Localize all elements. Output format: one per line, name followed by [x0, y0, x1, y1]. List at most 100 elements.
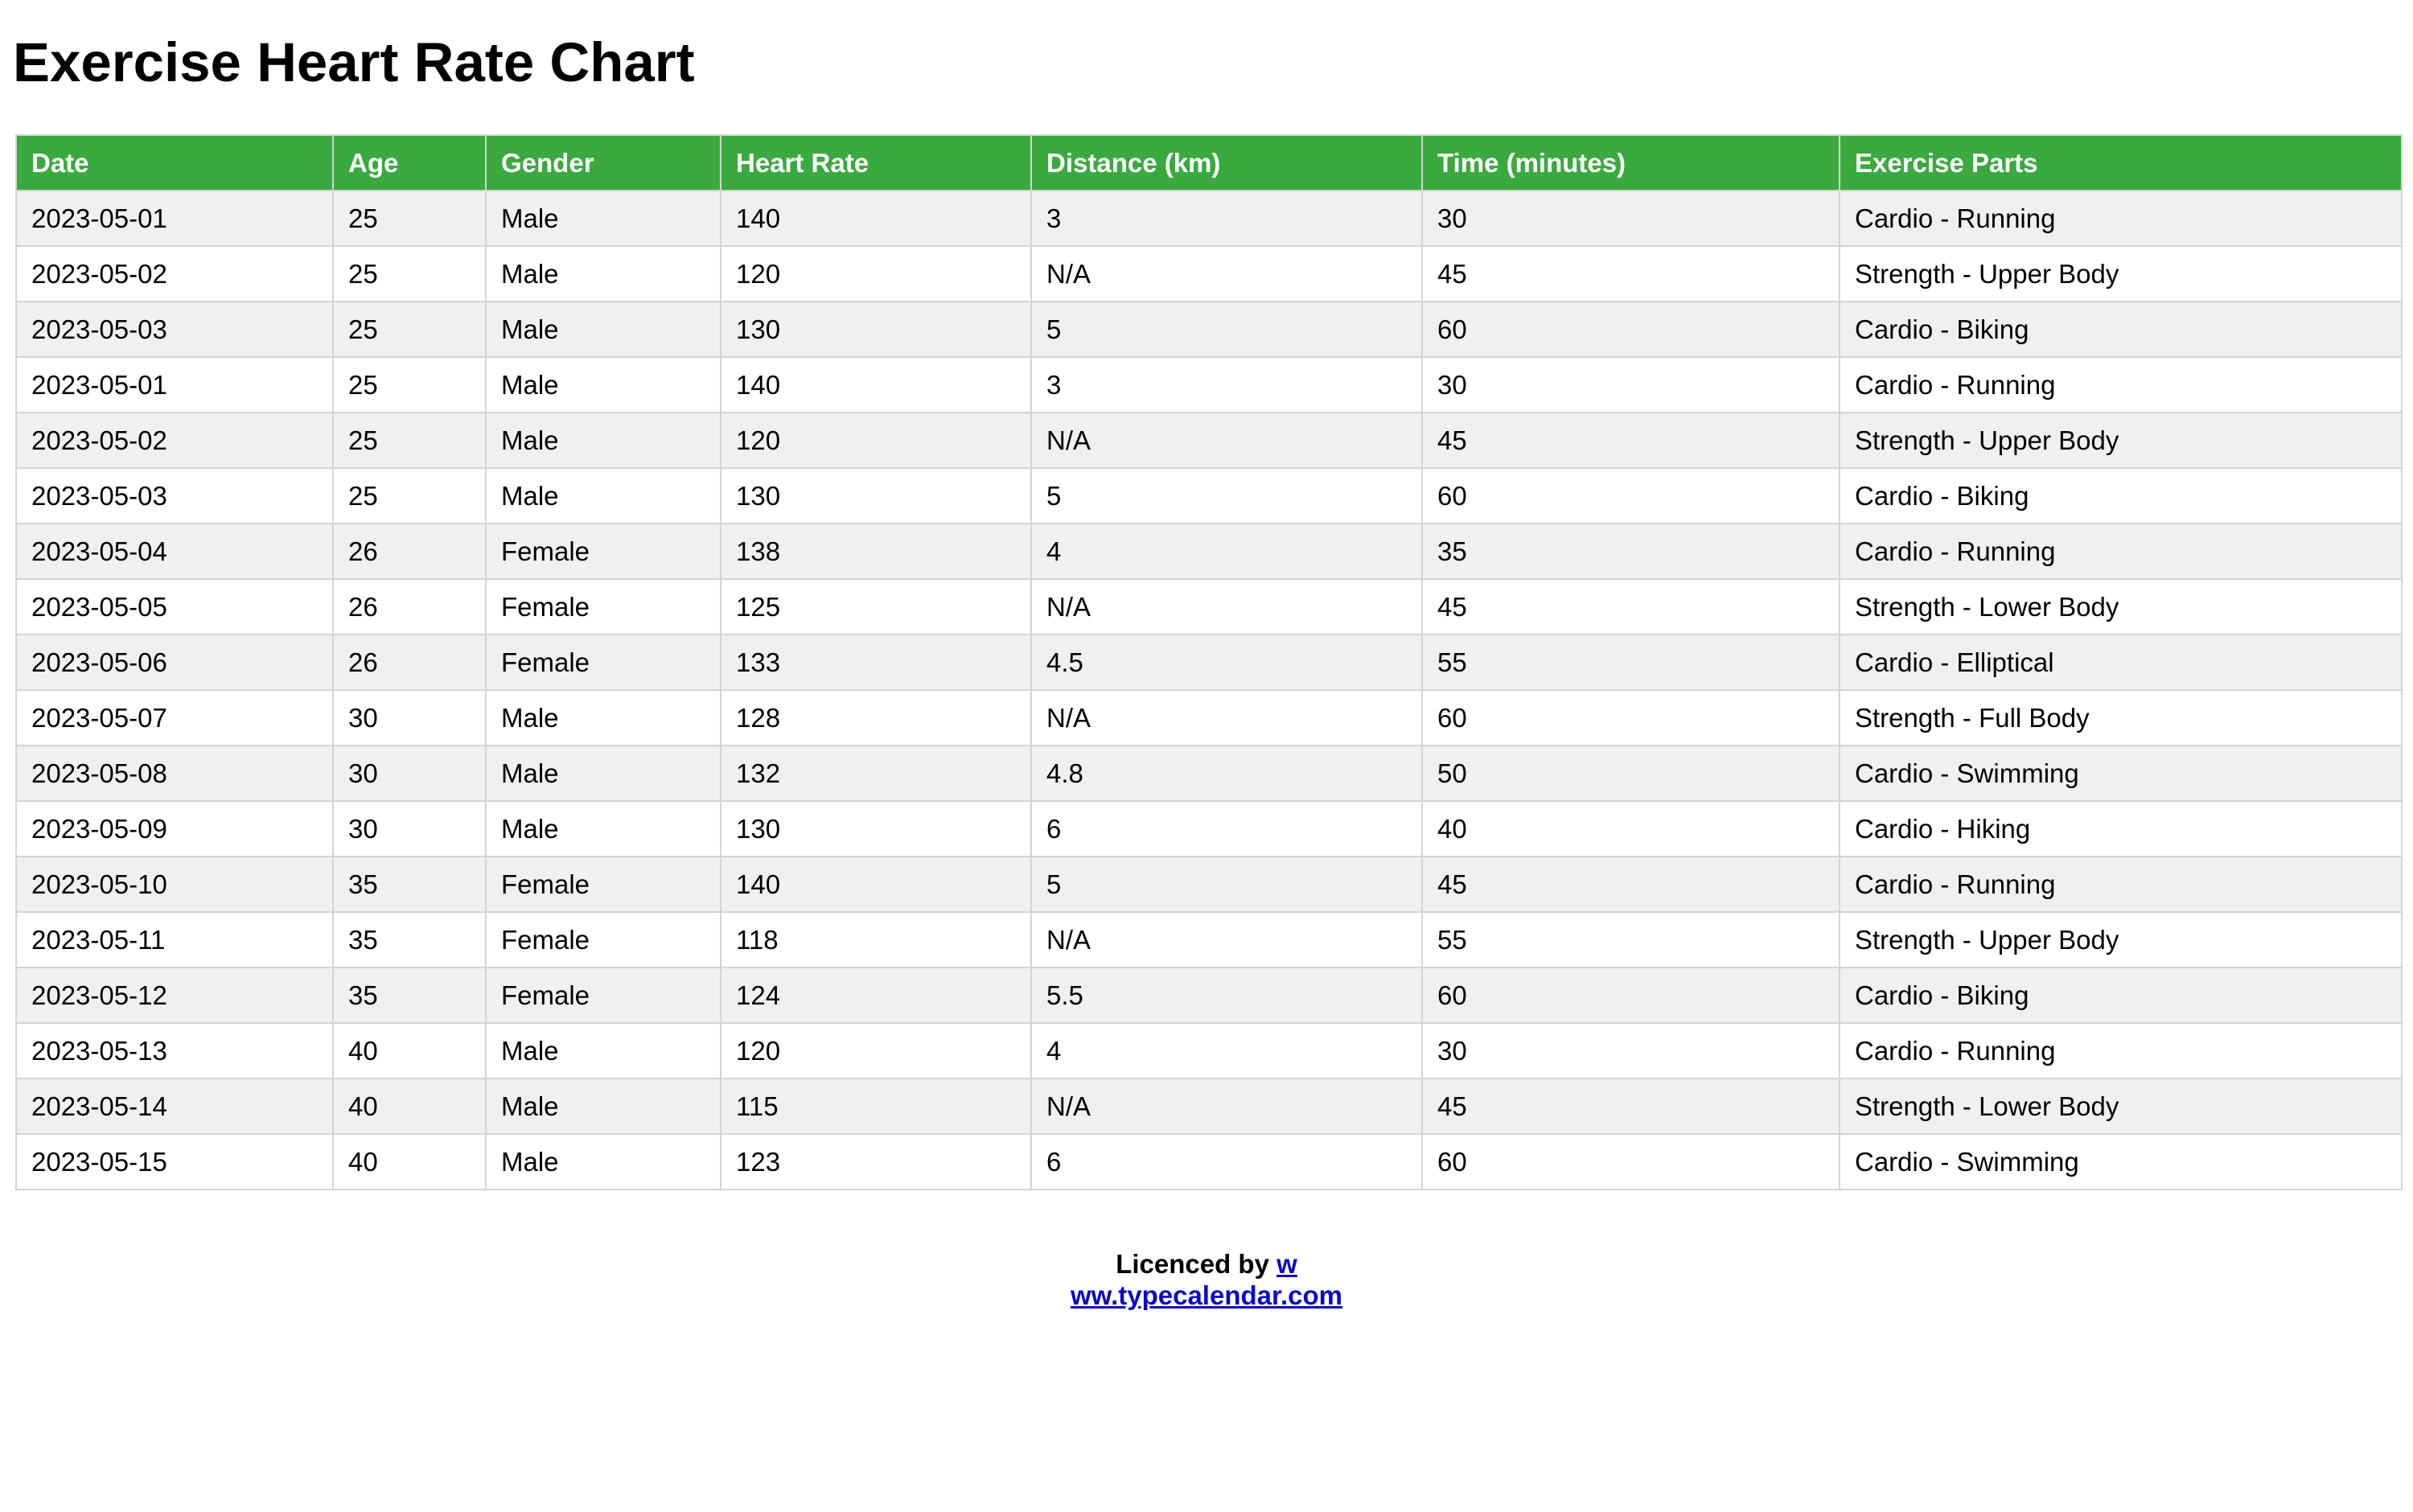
column-header-date: Date — [15, 134, 334, 191]
table-row: 2023-05-05 26 Female 125 N/A 45 Strength - Low… — [15, 578, 2403, 635]
cell-time: 60 — [1421, 967, 1840, 1024]
license-link-part2[interactable]: ww.typecalendar.com — [1071, 1280, 1342, 1310]
cell-date: 2023-05-06 — [15, 634, 334, 691]
cell-distance: 6 — [1030, 800, 1423, 857]
cell-date: 2023-05-03 — [15, 467, 334, 524]
cell-gender: Male — [485, 1022, 721, 1079]
cell-time: 45 — [1421, 856, 1840, 913]
cell-exercise-parts: Cardio - Swimming — [1839, 745, 2403, 802]
column-header-exercise-parts: Exercise Parts — [1839, 134, 2403, 191]
table-row: 2023-05-02 25 Male 120 N/A 45 Strength - Upper… — [15, 412, 2403, 469]
cell-date: 2023-05-04 — [15, 523, 334, 580]
cell-gender: Male — [485, 800, 721, 857]
cell-date: 2023-05-01 — [15, 190, 334, 247]
cell-gender: Male — [485, 356, 721, 413]
cell-age: 26 — [332, 578, 487, 635]
heart-rate-table: Date Age Gender Heart Rate Distance (km)… — [15, 134, 2403, 1190]
column-header-gender: Gender — [485, 134, 721, 191]
cell-distance: N/A — [1030, 245, 1423, 302]
cell-gender: Male — [485, 1078, 721, 1135]
cell-age: 30 — [332, 800, 487, 857]
table-row: 2023-05-11 35 Female 118 N/A 55 Strength - Upp… — [15, 911, 2403, 968]
table-row: 2023-05-12 35 Female 124 5.5 60 Cardio - Bikin… — [15, 967, 2403, 1024]
cell-exercise-parts: Cardio - Biking — [1839, 467, 2403, 524]
cell-distance: N/A — [1030, 1078, 1423, 1135]
cell-distance: 4 — [1030, 1022, 1423, 1079]
cell-age: 26 — [332, 634, 487, 691]
cell-exercise-parts: Cardio - Biking — [1839, 301, 2403, 358]
column-header-age: Age — [332, 134, 487, 191]
cell-heart-rate: 120 — [720, 412, 1032, 469]
cell-heart-rate: 140 — [720, 356, 1032, 413]
cell-distance: N/A — [1030, 578, 1423, 635]
cell-distance: 5.5 — [1030, 967, 1423, 1024]
cell-distance: 5 — [1030, 467, 1423, 524]
cell-heart-rate: 133 — [720, 634, 1032, 691]
cell-time: 45 — [1421, 245, 1840, 302]
cell-time: 35 — [1421, 523, 1840, 580]
cell-exercise-parts: Cardio - Running — [1839, 523, 2403, 580]
cell-age: 35 — [332, 967, 487, 1024]
cell-gender: Female — [485, 634, 721, 691]
cell-gender: Female — [485, 856, 721, 913]
cell-time: 50 — [1421, 745, 1840, 802]
cell-gender: Male — [485, 245, 721, 302]
table-row: 2023-05-04 26 Female 138 4 35 Cardio - Running — [15, 523, 2403, 580]
cell-distance: N/A — [1030, 412, 1423, 469]
cell-distance: 4 — [1030, 523, 1423, 580]
table-row: 2023-05-01 25 Male 140 3 30 Cardio - Running — [15, 356, 2403, 413]
cell-age: 25 — [332, 467, 487, 524]
cell-heart-rate: 138 — [720, 523, 1032, 580]
cell-time: 55 — [1421, 634, 1840, 691]
license-link-part1[interactable]: w — [1276, 1249, 1297, 1279]
cell-exercise-parts: Cardio - Swimming — [1839, 1133, 2403, 1190]
cell-date: 2023-05-13 — [15, 1022, 334, 1079]
cell-date: 2023-05-01 — [15, 356, 334, 413]
cell-heart-rate: 120 — [720, 1022, 1032, 1079]
cell-time: 40 — [1421, 800, 1840, 857]
page-title: Exercise Heart Rate Chart — [13, 31, 695, 93]
cell-distance: N/A — [1030, 911, 1423, 968]
cell-date: 2023-05-09 — [15, 800, 334, 857]
cell-date: 2023-05-12 — [15, 967, 334, 1024]
cell-age: 25 — [332, 412, 487, 469]
cell-heart-rate: 128 — [720, 689, 1032, 746]
column-header-time: Time (minutes) — [1421, 134, 1840, 191]
cell-distance: N/A — [1030, 689, 1423, 746]
table-row: 2023-05-03 25 Male 130 5 60 Cardio - Biking — [15, 301, 2403, 358]
cell-gender: Female — [485, 523, 721, 580]
table-row: 2023-05-09 30 Male 130 6 40 Cardio - Hiking — [15, 800, 2403, 857]
cell-date: 2023-05-03 — [15, 301, 334, 358]
cell-time: 30 — [1421, 356, 1840, 413]
cell-time: 30 — [1421, 190, 1840, 247]
cell-age: 25 — [332, 356, 487, 413]
cell-time: 60 — [1421, 301, 1840, 358]
cell-exercise-parts: Cardio - Hiking — [1839, 800, 2403, 857]
cell-time: 60 — [1421, 1133, 1840, 1190]
cell-age: 25 — [332, 245, 487, 302]
cell-gender: Male — [485, 689, 721, 746]
cell-time: 60 — [1421, 689, 1840, 746]
cell-heart-rate: 120 — [720, 245, 1032, 302]
cell-date: 2023-05-02 — [15, 245, 334, 302]
cell-heart-rate: 140 — [720, 856, 1032, 913]
cell-distance: 5 — [1030, 856, 1423, 913]
cell-gender: Male — [485, 1133, 721, 1190]
table-row: 2023-05-14 40 Male 115 N/A 45 Strength - Lower… — [15, 1078, 2403, 1135]
cell-exercise-parts: Strength - Upper Body — [1839, 911, 2403, 968]
cell-exercise-parts: Strength - Lower Body — [1839, 1078, 2403, 1135]
table-row: 2023-05-01 25 Male 140 3 30 Cardio - Running — [15, 190, 2403, 247]
cell-date: 2023-05-11 — [15, 911, 334, 968]
cell-heart-rate: 130 — [720, 301, 1032, 358]
cell-age: 40 — [332, 1022, 487, 1079]
cell-gender: Male — [485, 745, 721, 802]
cell-gender: Male — [485, 301, 721, 358]
table-body: 2023-05-01 25 Male 140 3 30 Cardio - Running 20… — [15, 190, 2403, 1190]
cell-age: 25 — [332, 301, 487, 358]
cell-distance: 5 — [1030, 301, 1423, 358]
cell-date: 2023-05-10 — [15, 856, 334, 913]
license-footer: Licenced by w ww.typecalendar.com — [0, 1248, 2413, 1311]
table-row: 2023-05-02 25 Male 120 N/A 45 Strength - Upper… — [15, 245, 2403, 302]
header-row: Date Age Gender Heart Rate Distance (km)… — [15, 134, 2403, 191]
cell-time: 45 — [1421, 412, 1840, 469]
